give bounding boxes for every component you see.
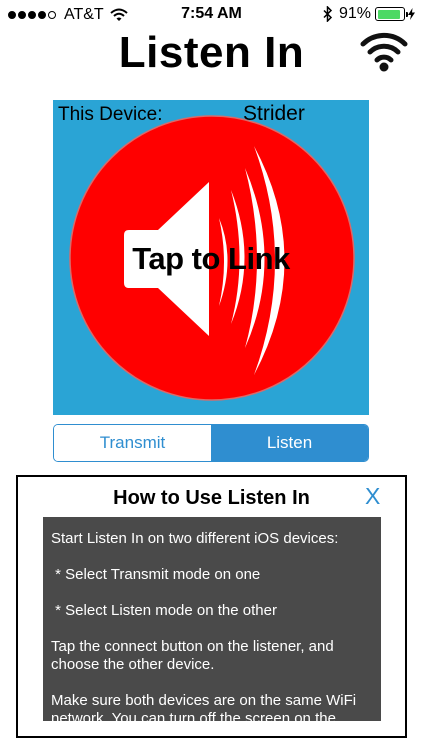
- battery-percent: 91%: [338, 5, 371, 22]
- tap-to-link-label[interactable]: Tap to Link: [53, 241, 369, 277]
- signal-dot: [38, 11, 46, 19]
- device-label: This Device:: [58, 104, 163, 125]
- help-line: Make sure both devices are on the same W…: [51, 692, 357, 721]
- battery-level: [377, 9, 401, 19]
- help-text-area[interactable]: Start Listen In on two different iOS dev…: [43, 517, 381, 721]
- device-name: Strider: [243, 102, 305, 125]
- listen-segment[interactable]: Listen: [211, 425, 368, 461]
- battery-icon: [375, 7, 408, 21]
- help-line: Start Listen In on two different iOS dev…: [51, 530, 339, 547]
- signal-dot: [8, 11, 16, 19]
- close-button[interactable]: X: [365, 483, 380, 510]
- link-panel: This Device: Strider Tap to Link: [53, 100, 369, 415]
- wifi-logo-icon: [360, 32, 408, 72]
- help-title: How to Use Listen In: [113, 487, 310, 509]
- help-panel: How to Use Listen In X Start Listen In o…: [16, 475, 407, 738]
- status-left: AT&T: [8, 6, 128, 24]
- charging-bolt-icon: [408, 8, 415, 20]
- mode-segmented-control: Transmit Listen: [53, 424, 369, 462]
- help-line: * Select Transmit mode on one: [51, 566, 261, 583]
- signal-strength-icon: [8, 11, 58, 19]
- help-line: Tap the connect button on the listener, …: [51, 638, 334, 673]
- status-right: 91%: [323, 5, 415, 23]
- battery-cap: [405, 11, 408, 17]
- wifi-icon: [110, 8, 128, 21]
- signal-dot: [48, 11, 56, 19]
- bluetooth-icon: [323, 6, 333, 22]
- signal-dot: [28, 11, 36, 19]
- help-line: * Select Listen mode on the other: [51, 602, 277, 619]
- status-bar: AT&T 7:54 AM 91%: [0, 0, 423, 30]
- transmit-segment[interactable]: Transmit: [54, 425, 211, 461]
- carrier-name: AT&T: [64, 6, 104, 23]
- signal-dot: [18, 11, 26, 19]
